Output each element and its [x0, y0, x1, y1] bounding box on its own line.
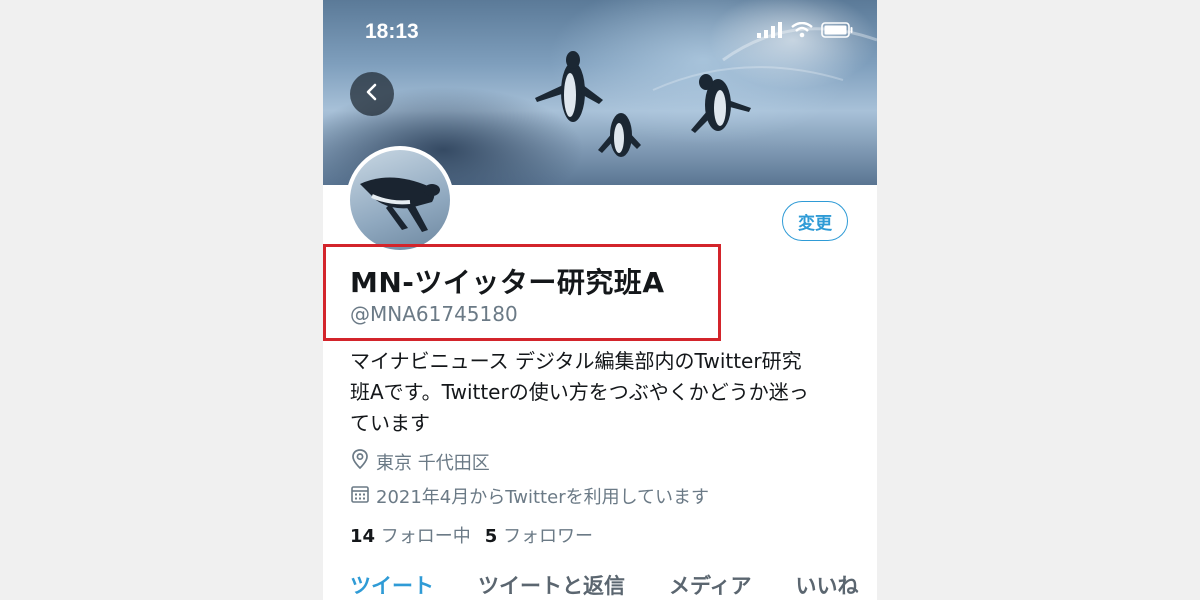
joined-row: 2021年4月からTwitterを利用しています: [350, 483, 709, 509]
tab-media[interactable]: メディア: [669, 570, 752, 600]
status-icons: [757, 21, 853, 42]
profile-bio: マイナビニュース デジタル編集部内のTwitter研究 班Aです。Twitter…: [350, 346, 850, 439]
edit-profile-button[interactable]: 変更: [782, 201, 848, 241]
tab-tweets-and-replies[interactable]: ツイートと返信: [478, 570, 625, 600]
joined-text: 2021年4月からTwitterを利用しています: [376, 487, 710, 508]
followers-link[interactable]: 5 フォロワー: [485, 522, 593, 548]
follow-stats: 14 フォロー中 5 フォロワー: [350, 522, 593, 548]
tab-tweets[interactable]: ツイート: [350, 570, 434, 600]
wifi-icon: [791, 21, 813, 42]
back-button[interactable]: [350, 72, 394, 116]
location-text: 東京 千代田区: [376, 452, 490, 474]
location-pin-icon: [350, 448, 370, 475]
highlight-box: [323, 244, 721, 341]
followers-count: 5: [484, 526, 498, 547]
following-count: 14: [350, 526, 376, 547]
chevron-left-icon: [365, 82, 379, 106]
tab-likes[interactable]: いいね: [796, 570, 859, 600]
bio-line: マイナビニュース デジタル編集部内のTwitter研究: [350, 349, 802, 373]
following-label: フォロー中: [380, 526, 471, 547]
battery-icon: [821, 22, 853, 42]
avatar[interactable]: [346, 146, 454, 254]
penguin-avatar-image: [360, 177, 440, 232]
signal-bars-icon: [757, 22, 783, 42]
bio-line: ています: [350, 411, 430, 435]
profile-tabs: ツイート ツイートと返信 メディア いいね: [350, 570, 877, 600]
status-time: 18:13: [365, 20, 419, 43]
calendar-icon: [350, 484, 370, 509]
location-row: 東京 千代田区: [350, 448, 490, 475]
bio-line: 班Aです。Twitterの使い方をつぶやくかどうか迷っ: [350, 380, 809, 404]
followers-label: フォロワー: [503, 526, 594, 547]
following-link[interactable]: 14 フォロー中: [350, 522, 471, 548]
